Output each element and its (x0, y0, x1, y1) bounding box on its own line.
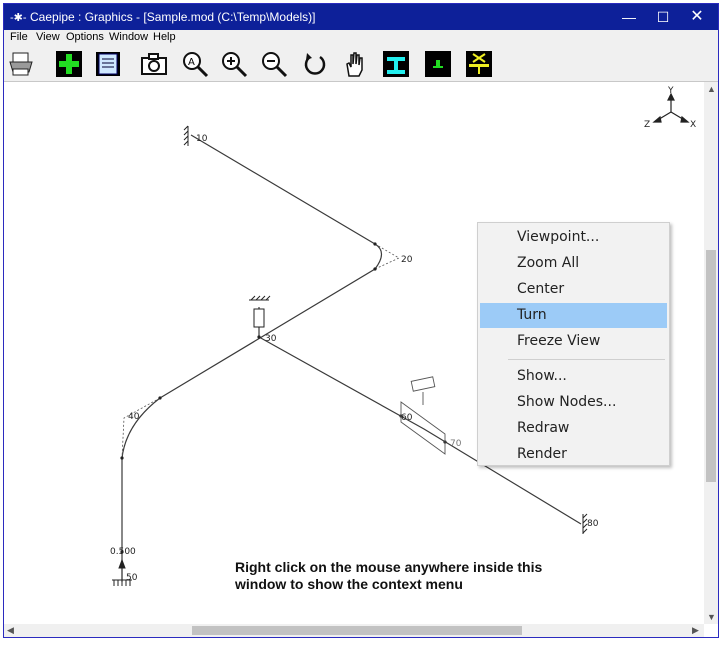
node-label-60: 60 (401, 413, 413, 423)
menu-item-freeze-view[interactable]: Freeze View (480, 329, 667, 354)
app-icon: -✱- (10, 12, 27, 24)
menu-item-show-nodes[interactable]: Show Nodes... (480, 390, 667, 415)
svg-text:A: A (188, 57, 195, 68)
title-bar[interactable]: -✱- Caepipe : Graphics - [Sample.mod (C:… (4, 4, 718, 30)
toolbar: A (4, 46, 718, 82)
menu-window[interactable]: Window (109, 31, 148, 43)
node-label-20: 20 (401, 255, 413, 265)
node-label-10: 10 (196, 134, 208, 144)
horizontal-scrollbar[interactable]: ◀ ▶ (4, 624, 704, 637)
zoom-all-icon[interactable]: A (181, 50, 209, 78)
graphics-canvas[interactable]: 10 20 30 40 0.500 50 60 70 80 Y X Z Righ… (4, 82, 704, 624)
rotate-icon[interactable] (301, 50, 329, 78)
node-label-30: 30 (265, 334, 277, 344)
camera-icon[interactable] (140, 50, 168, 78)
menu-item-zoom-all[interactable]: Zoom All (480, 251, 667, 276)
node-label-0500: 0.500 (110, 547, 136, 557)
menu-separator (508, 359, 665, 360)
window-title: Caepipe : Graphics - [Sample.mod (C:\Tem… (30, 10, 316, 24)
hanger-symbol-30 (249, 295, 271, 328)
context-menu: Viewpoint... Zoom All Center Turn Freeze… (477, 222, 670, 466)
support-icon[interactable] (465, 50, 493, 78)
zoom-in-icon[interactable] (220, 50, 248, 78)
scroll-down-icon[interactable]: ▼ (707, 612, 716, 622)
menu-options[interactable]: Options (66, 31, 104, 43)
close-button[interactable]: ✕ (680, 4, 714, 30)
menu-item-turn[interactable]: Turn (480, 303, 667, 328)
scroll-up-icon[interactable]: ▲ (707, 84, 716, 94)
beam-icon[interactable] (382, 50, 410, 78)
menu-file[interactable]: File (10, 31, 28, 43)
anchor-symbol-10 (183, 125, 189, 146)
menu-item-viewpoint[interactable]: Viewpoint... (480, 225, 667, 250)
minimize-button[interactable]: — (612, 4, 646, 30)
hint-line-1: Right click on the mouse anywhere inside… (235, 559, 543, 575)
add-icon[interactable] (55, 50, 83, 78)
menu-item-show[interactable]: Show... (480, 364, 667, 389)
node-label-70: 70 (450, 439, 462, 449)
graphics-window: -✱- Caepipe : Graphics - [Sample.mod (C:… (3, 3, 719, 638)
menu-item-render[interactable]: Render (480, 442, 667, 467)
zoom-out-icon[interactable] (260, 50, 288, 78)
maximize-button[interactable]: ☐ (646, 4, 680, 30)
axis-label-x: X (690, 120, 696, 130)
menu-help[interactable]: Help (153, 31, 176, 43)
scroll-right-icon[interactable]: ▶ (692, 625, 699, 636)
section-icon[interactable] (424, 50, 452, 78)
menu-item-center[interactable]: Center (480, 277, 667, 302)
axis-label-y: Y (667, 86, 674, 96)
axis-triad (652, 92, 690, 123)
menu-item-redraw[interactable]: Redraw (480, 416, 667, 441)
pipe-route (121, 134, 383, 582)
menu-bar: File View Options Window Help (4, 30, 718, 46)
vertical-scrollbar[interactable]: ▲ ▼ (704, 82, 718, 624)
document-icon[interactable] (94, 50, 122, 78)
horizontal-scroll-thumb[interactable] (192, 626, 522, 635)
axis-label-z: Z (644, 120, 650, 130)
node-label-40: 40 (128, 412, 140, 422)
pan-hand-icon[interactable] (341, 50, 369, 78)
node-label-80: 80 (587, 519, 599, 529)
menu-view[interactable]: View (36, 31, 60, 43)
node-label-50: 50 (126, 573, 138, 583)
vertical-scroll-thumb[interactable] (706, 250, 716, 482)
scroll-left-icon[interactable]: ◀ (7, 625, 14, 636)
hint-text: Right click on the mouse anywhere inside… (235, 559, 575, 593)
print-icon[interactable] (7, 50, 35, 78)
hint-line-2: window to show the context menu (235, 576, 463, 592)
